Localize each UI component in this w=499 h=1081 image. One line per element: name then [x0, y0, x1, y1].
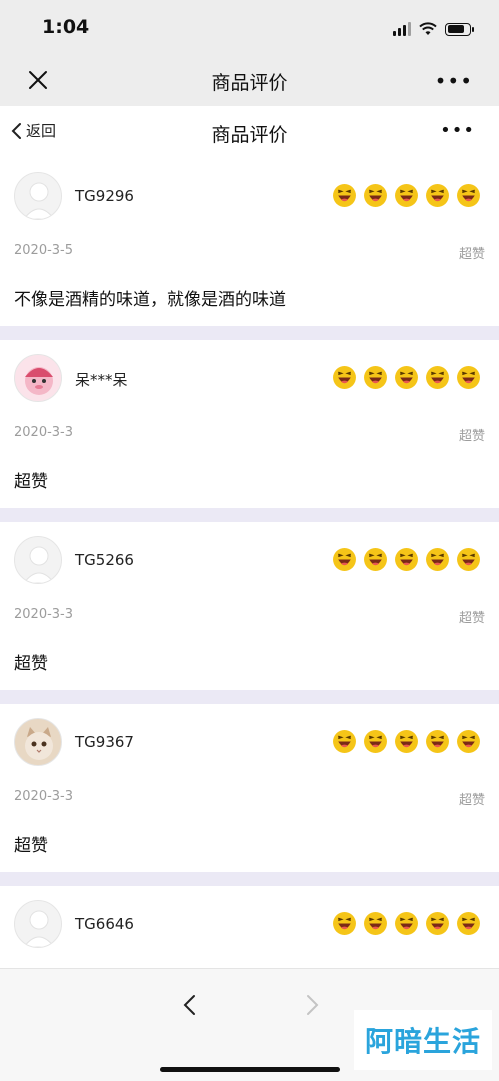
avatar [14, 354, 62, 402]
more-icon[interactable]: ••• [435, 71, 473, 91]
avatar [14, 172, 62, 220]
laughing-emoji-icon [333, 366, 356, 389]
divider [0, 872, 499, 886]
review-comment: 不像是酒精的味道，就像是酒的味道 [14, 290, 286, 310]
laughing-emoji-icon [426, 912, 449, 935]
laughing-emoji-icon [457, 548, 480, 571]
laughing-emoji-icon [395, 730, 418, 753]
rating-stars [332, 911, 481, 936]
review-item: 呆***呆 2020-3-3 超赞 超赞 [0, 340, 499, 508]
laughing-emoji-icon [333, 548, 356, 571]
page-title: 商品评价 [211, 124, 288, 146]
laughing-emoji-icon [395, 912, 418, 935]
nav-forward-icon[interactable] [300, 993, 324, 1017]
laughing-emoji-icon [457, 366, 480, 389]
watermark-text: 阿暗生活 [364, 1025, 481, 1058]
laughing-emoji-icon [395, 184, 418, 207]
status-bar: 1:04 [0, 0, 499, 56]
laughing-emoji-icon [457, 184, 480, 207]
divider [0, 508, 499, 522]
laughing-emoji-icon [364, 366, 387, 389]
battery-icon [445, 22, 474, 36]
review-date: 2020-3-3 [14, 425, 74, 440]
laughing-emoji-icon [364, 730, 387, 753]
laughing-emoji-icon [333, 730, 356, 753]
laughing-emoji-icon [333, 912, 356, 935]
status-time: 1:04 [42, 16, 90, 38]
username: TG6646 [75, 915, 134, 933]
laughing-emoji-icon [457, 912, 480, 935]
rating-stars [332, 365, 481, 390]
laughing-emoji-icon [426, 548, 449, 571]
avatar [14, 536, 62, 584]
username: 呆***呆 [75, 371, 128, 389]
review-comment: 超赞 [14, 472, 48, 492]
laughing-emoji-icon [395, 548, 418, 571]
laughing-emoji-icon [426, 184, 449, 207]
review-date: 2020-3-5 [14, 243, 74, 258]
laughing-emoji-icon [364, 548, 387, 571]
wechat-title: 商品评价 [211, 72, 288, 94]
username: TG9367 [75, 733, 134, 751]
divider [0, 326, 499, 340]
review-tag: 超赞 [458, 793, 485, 808]
page-header: 返回 商品评价 ••• [0, 106, 499, 158]
review-tag: 超赞 [458, 429, 485, 444]
nav-back-icon[interactable] [178, 993, 202, 1017]
username: TG5266 [75, 551, 134, 569]
wechat-nav-bar: 商品评价 ••• [0, 56, 499, 106]
username: TG9296 [75, 187, 134, 205]
laughing-emoji-icon [333, 184, 356, 207]
signal-icon [393, 22, 411, 36]
wifi-icon [419, 22, 437, 35]
review-comment: 超赞 [14, 836, 48, 856]
laughing-emoji-icon [426, 366, 449, 389]
rating-stars [332, 183, 481, 208]
review-item: TG9296 2020-3-5 超赞 不像是酒精的味道，就像是酒的味道 [0, 158, 499, 326]
page-more-icon[interactable]: ••• [440, 122, 475, 140]
home-indicator [160, 1067, 340, 1072]
review-item: TG6646 [0, 886, 499, 976]
review-date: 2020-3-3 [14, 607, 74, 622]
divider [0, 690, 499, 704]
review-comment: 超赞 [14, 654, 48, 674]
status-icons [393, 20, 474, 38]
rating-stars [332, 729, 481, 754]
rating-stars [332, 547, 481, 572]
review-list: TG9296 2020-3-5 超赞 不像是酒精的味道，就像是酒的味道 呆***… [0, 158, 499, 976]
avatar [14, 900, 62, 948]
laughing-emoji-icon [457, 730, 480, 753]
review-item: TG9367 2020-3-3 超赞 超赞 [0, 704, 499, 872]
watermark-logo: 阿暗生活 [354, 1010, 492, 1070]
laughing-emoji-icon [426, 730, 449, 753]
review-tag: 超赞 [458, 611, 485, 626]
review-item: TG5266 2020-3-3 超赞 超赞 [0, 522, 499, 690]
avatar [14, 718, 62, 766]
review-tag: 超赞 [458, 247, 485, 262]
laughing-emoji-icon [364, 912, 387, 935]
laughing-emoji-icon [364, 184, 387, 207]
laughing-emoji-icon [395, 366, 418, 389]
review-date: 2020-3-3 [14, 789, 74, 804]
